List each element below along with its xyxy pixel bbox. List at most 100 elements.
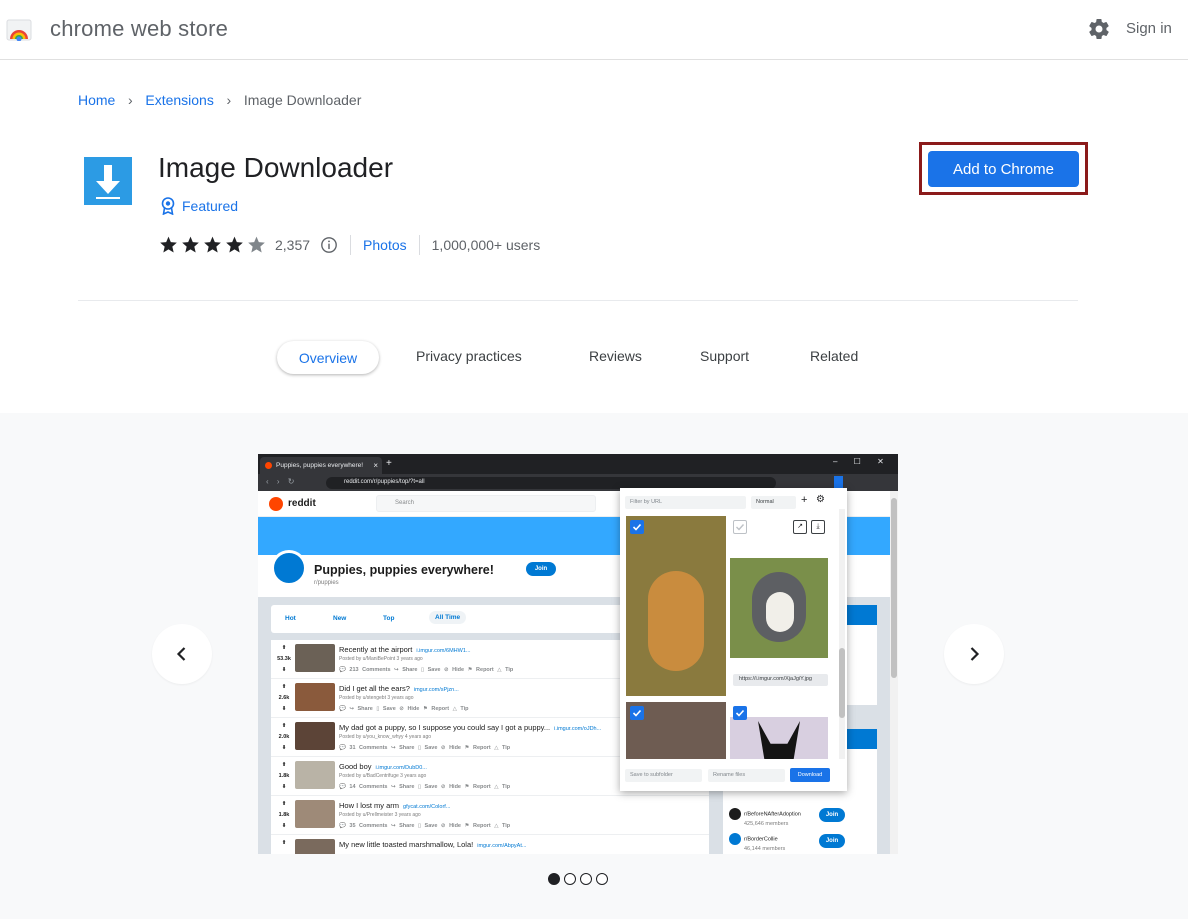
post-row: ⬆ 1.8k ⬇ How I lost my arm gfycat.com/Color… xyxy=(271,796,709,835)
post-actions: 💬 35 Comments ↪ Share ▯ Save ⊘ Hide ⚑ Re… xyxy=(339,823,511,829)
post-thumbnail xyxy=(295,683,335,711)
post-thumbnail xyxy=(295,761,335,789)
slide-dot-4[interactable] xyxy=(596,873,608,885)
vote-count: ⬆ 1.8k ⬇ xyxy=(278,762,290,790)
subreddit-name: r/puppies xyxy=(314,580,339,586)
community-item: r/BeforeNAfterAdoption 425,646 members xyxy=(729,808,801,828)
post-thumbnail xyxy=(295,839,335,854)
breadcrumb: Home › Extensions › Image Downloader xyxy=(78,92,361,108)
featured-label: Featured xyxy=(182,198,239,214)
tab-reviews[interactable]: Reviews xyxy=(589,348,642,364)
browser-tab-title: Puppies, puppies everywhere! xyxy=(276,462,364,469)
sort-hot: Hot xyxy=(285,615,296,622)
reddit-logo-icon xyxy=(269,497,283,511)
slide-dot-1[interactable] xyxy=(548,873,560,885)
checkbox-checked-icon xyxy=(733,706,747,720)
vote-count: ⬆ xyxy=(281,840,287,846)
top-bar: chrome web store Sign in xyxy=(0,0,1188,60)
vote-count: ⬆ 1.8k ⬇ xyxy=(278,801,290,829)
image-downloader-extension-icon xyxy=(834,476,843,488)
post-actions: 💬 213 Comments ↪ Share ▯ Save ⊘ Hide ⚑ R… xyxy=(339,667,514,673)
extension-screenshot: Puppies, puppies everywhere! × + – ☐ ✕ ‹… xyxy=(258,454,898,854)
tab-related[interactable]: Related xyxy=(810,348,858,364)
breadcrumb-home[interactable]: Home xyxy=(78,92,115,108)
vote-count: ⬆ 2.0k ⬇ xyxy=(278,723,290,751)
store-title[interactable]: chrome web store xyxy=(50,16,228,42)
slide-indicator xyxy=(548,873,608,885)
popup-scrollbar-thumb xyxy=(839,648,845,718)
tab-privacy-practices[interactable]: Privacy practices xyxy=(416,348,522,364)
post-title: Did I get all the ears? imgur.com/sPjzn..… xyxy=(339,684,459,693)
slide-dot-2[interactable] xyxy=(564,873,576,885)
browser-tab: Puppies, puppies everywhere! × xyxy=(260,457,382,474)
checkbox-checked-icon xyxy=(630,706,644,720)
puppy-image-2 xyxy=(730,558,828,658)
checkbox-checked-icon xyxy=(630,520,644,534)
chevron-left-icon xyxy=(176,647,186,661)
sort-top: Top xyxy=(383,615,395,622)
star-empty-icon xyxy=(248,236,265,253)
nav-buttons: ‹ › ↻ xyxy=(266,477,295,486)
sort-new: New xyxy=(333,615,347,622)
post-title: Good boy i.imgur.com/DubD0... xyxy=(339,762,427,771)
featured-ribbon-icon xyxy=(161,197,175,215)
settings-icon: ⚙ xyxy=(816,494,825,505)
post-title: How I lost my arm gfycat.com/Colorf... xyxy=(339,801,451,810)
user-count: 1,000,000+ users xyxy=(431,237,541,253)
subreddit-avatar xyxy=(271,550,307,586)
popup-scrollbar-track xyxy=(839,509,845,759)
breadcrumb-extensions[interactable]: Extensions xyxy=(145,92,213,108)
star-filled-icon xyxy=(182,236,199,253)
post-actions: 💬 31 Comments ↪ Share ▯ Save ⊘ Hide ⚑ Re… xyxy=(339,745,511,751)
post-thumbnail xyxy=(295,800,335,828)
divider xyxy=(350,235,352,255)
gear-icon[interactable] xyxy=(1087,17,1111,41)
featured-badge[interactable]: Featured xyxy=(160,197,238,215)
tab-support[interactable]: Support xyxy=(700,348,749,364)
star-rating xyxy=(158,235,267,255)
join-button: Join xyxy=(526,562,556,576)
post-meta: Posted by u/stengebt 3 years ago xyxy=(339,695,414,701)
tab-overview[interactable]: Overview xyxy=(277,341,379,374)
reddit-wordmark: reddit xyxy=(288,498,316,509)
window-controls: – ☐ ✕ xyxy=(833,457,884,466)
download-button: Download xyxy=(790,768,830,782)
reddit-search: Search xyxy=(376,495,596,512)
category-link[interactable]: Photos xyxy=(363,237,407,253)
sort-all-time: All Time xyxy=(429,611,467,624)
vote-count: ⬆ 2.6k ⬇ xyxy=(278,684,290,712)
info-icon[interactable] xyxy=(320,236,338,254)
chevron-right-icon: › xyxy=(128,92,133,108)
add-to-chrome-button[interactable]: Add to Chrome xyxy=(928,151,1079,187)
post-meta: Posted by u/BadCentrifuge 3 years ago xyxy=(339,773,427,779)
post-thumbnail xyxy=(295,722,335,750)
breadcrumb-current: Image Downloader xyxy=(243,92,362,108)
chevron-right-icon: › xyxy=(226,92,232,108)
post-meta: Posted by u/ManiBePoint 3 years ago xyxy=(339,656,423,662)
scrollbar-thumb xyxy=(891,498,897,678)
community-item: r/BorderCollie 46,144 members xyxy=(729,833,785,853)
post-row: ⬆ My new little toasted marshmallow, Lol… xyxy=(271,835,709,854)
star-filled-icon xyxy=(160,236,177,253)
aussie-puppy-face xyxy=(766,592,794,632)
sign-in-link[interactable]: Sign in xyxy=(1126,20,1172,37)
rating-row: 2,357 Photos 1,000,000+ users xyxy=(158,235,540,255)
post-thumbnail xyxy=(295,644,335,672)
join-button: Join xyxy=(819,808,845,822)
rating-count[interactable]: 2,357 xyxy=(275,237,310,253)
next-slide-button[interactable] xyxy=(944,624,1004,684)
black-puppy xyxy=(758,721,800,759)
post-title: My new little toasted marshmallow, Lola!… xyxy=(339,840,527,849)
slide-dot-3[interactable] xyxy=(580,873,592,885)
download-arrow-icon xyxy=(84,157,132,205)
chrome-web-store-logo[interactable] xyxy=(6,17,32,41)
star-filled-icon xyxy=(204,236,221,253)
checkbox-unchecked-icon xyxy=(733,520,747,534)
previous-slide-button[interactable] xyxy=(152,624,212,684)
rename-input: Rename files xyxy=(708,769,785,782)
puppy-image-4 xyxy=(730,717,828,759)
post-actions: 💬 14 Comments ↪ Share ▯ Save ⊘ Hide ⚑ Re… xyxy=(339,784,511,790)
subfolder-input: Save to subfolder xyxy=(625,769,702,782)
reddit-favicon-icon xyxy=(265,462,272,469)
puppy-image-1 xyxy=(626,516,726,696)
